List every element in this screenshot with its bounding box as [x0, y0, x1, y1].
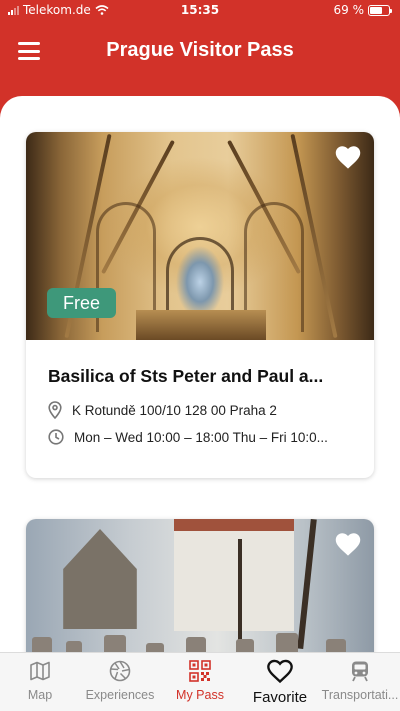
- heart-outline-icon: [267, 659, 293, 684]
- aperture-icon: [109, 660, 131, 682]
- battery-icon: [368, 4, 392, 16]
- tab-label: Favorite: [252, 689, 308, 706]
- attraction-card[interactable]: [26, 519, 374, 652]
- tab-label: Experiences: [85, 688, 155, 702]
- tab-experiences[interactable]: Experiences: [80, 653, 160, 711]
- tab-label: Transportati...: [321, 688, 399, 702]
- map-icon: [30, 661, 50, 681]
- tab-transportation[interactable]: Transportati...: [320, 653, 400, 711]
- train-icon: [352, 661, 368, 682]
- tab-label: My Pass: [176, 688, 224, 702]
- attraction-image: [26, 519, 374, 652]
- app-bar: Prague Visitor Pass: [0, 28, 400, 76]
- hours-text: Mon – Wed 10:00 – 18:00 Thu – Fri 10:0..…: [74, 429, 328, 445]
- tab-map[interactable]: Map: [0, 653, 80, 711]
- battery-level: [370, 6, 383, 14]
- clock-icon: [48, 429, 64, 445]
- attraction-image: Free: [26, 132, 374, 340]
- attractions-list[interactable]: Free Basilica of Sts Peter and Paul a...…: [0, 96, 400, 652]
- heart-icon[interactable]: [334, 531, 362, 557]
- tab-my-pass[interactable]: My Pass: [160, 653, 240, 711]
- address-row: K Rotundě 100/10 128 00 Praha 2: [48, 401, 368, 419]
- status-bar: Telekom.de 15:35 69 %: [0, 0, 400, 22]
- location-pin-icon: [48, 401, 62, 419]
- bottom-tab-bar: Map Experiences My Pass Favorite Transpo…: [0, 652, 400, 711]
- attraction-card[interactable]: Free Basilica of Sts Peter and Paul a...…: [26, 132, 374, 478]
- battery-percent: 69 %: [333, 3, 365, 17]
- attraction-title: Basilica of Sts Peter and Paul a...: [48, 366, 324, 386]
- status-right: 69 %: [333, 3, 392, 17]
- qr-code-icon: [189, 660, 211, 682]
- page-title: Prague Visitor Pass: [106, 39, 294, 61]
- hours-row: Mon – Wed 10:00 – 18:00 Thu – Fri 10:0..…: [48, 429, 368, 445]
- address-text: K Rotundě 100/10 128 00 Praha 2: [72, 402, 277, 418]
- free-badge: Free: [47, 288, 117, 318]
- tab-favorite[interactable]: Favorite: [240, 653, 320, 711]
- heart-icon[interactable]: [334, 144, 362, 170]
- tab-label: Map: [27, 688, 53, 702]
